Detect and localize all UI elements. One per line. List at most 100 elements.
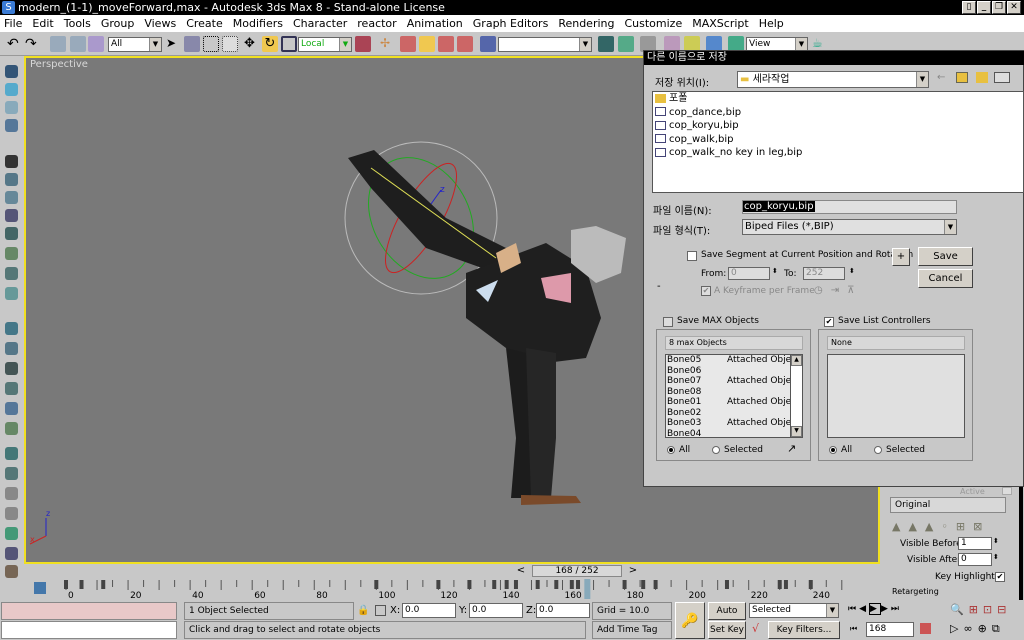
prev-frame-button[interactable]: < (512, 565, 530, 577)
list-controllers-selected-radio[interactable]: Selected (874, 445, 925, 455)
trackbar-key[interactable] (569, 580, 574, 589)
tool-icon[interactable] (5, 342, 18, 355)
restore-viewport-button[interactable]: ▯ (962, 1, 976, 14)
current-frame-field[interactable]: 168 (866, 622, 914, 637)
trackbar-key[interactable] (783, 580, 788, 589)
max-object-row[interactable]: Bone06 (667, 366, 802, 377)
max-objects-scrollbar[interactable]: ▲ ▼ (790, 355, 802, 437)
save-segment-checkbox[interactable] (687, 251, 697, 261)
edit-named-selection-icon[interactable] (480, 36, 496, 52)
character-model[interactable] (348, 150, 626, 505)
max-object-row[interactable]: Bone08 (667, 387, 802, 398)
menu-reactor[interactable]: reactor (357, 17, 396, 30)
tool-icon[interactable] (5, 247, 18, 260)
save-button[interactable]: Save (918, 247, 973, 266)
reactor-icon[interactable] (5, 65, 18, 78)
from-spinner[interactable]: ⬍ (772, 267, 778, 275)
file-list-item[interactable]: cop_dance,bip (653, 106, 1023, 120)
menu-tools[interactable]: Tools (64, 17, 91, 30)
trackbar-key[interactable] (374, 580, 379, 589)
tool-icon[interactable] (5, 322, 18, 335)
tool-icon[interactable] (5, 209, 18, 222)
cancel-button[interactable]: Cancel (918, 269, 973, 288)
key-mode-dropdown[interactable]: Selected ▼ (749, 603, 839, 618)
trackbar-key[interactable] (79, 580, 84, 589)
save-in-dropdown[interactable]: ▬ 세라작업 ▼ (737, 71, 929, 88)
spinner-snap-icon[interactable] (457, 36, 473, 52)
trackbar-key[interactable] (513, 580, 518, 589)
menu-edit[interactable]: Edit (32, 17, 53, 30)
max-objects-list[interactable]: Bone05 Attached Objec Bone06 Bone07 Attached… (665, 354, 803, 439)
tool-icon[interactable] (5, 227, 18, 240)
viewport-nav-fov-pan-orbit-icons[interactable]: ▷∞⊕⧉ (950, 622, 1005, 636)
panel-scrollbar[interactable] (1019, 487, 1023, 600)
pivot-center-icon[interactable] (355, 36, 371, 52)
trackbar-key[interactable] (554, 580, 559, 589)
menu-character[interactable]: Character (293, 17, 347, 30)
max-object-row[interactable]: Bone02 (667, 408, 802, 419)
minimize-button[interactable]: _ (977, 1, 991, 14)
next-frame-icon[interactable]: ▶ (881, 604, 891, 614)
retargeting-rollout[interactable]: Retargeting (892, 587, 939, 596)
back-icon[interactable]: ← (937, 72, 945, 83)
menu-file[interactable]: File (4, 17, 22, 30)
up-folder-icon[interactable] (956, 72, 968, 83)
tool-icon[interactable] (5, 487, 18, 500)
file-list-item[interactable]: 포폴 (653, 92, 1023, 106)
save-list-controllers-checkbox[interactable]: ✔ (824, 317, 834, 327)
key-filters-button[interactable]: Key Filters... (768, 621, 840, 639)
select-link-icon[interactable] (50, 36, 66, 52)
tool-icon[interactable] (5, 155, 18, 168)
maximize-button[interactable]: ❐ (992, 1, 1006, 14)
sphere-icon[interactable] (5, 101, 18, 114)
tool-icon[interactable] (5, 382, 18, 395)
absolute-mode-icon[interactable] (375, 605, 386, 616)
tool-icon[interactable] (5, 422, 18, 435)
plane-icon[interactable] (5, 119, 18, 132)
tool-icon[interactable] (5, 467, 18, 480)
undo-icon[interactable]: ↶ (7, 36, 23, 52)
list-controllers-all-radio[interactable]: All (829, 445, 852, 455)
filename-input[interactable]: cop_koryu,bip (742, 200, 957, 214)
maxscript-input[interactable] (1, 621, 177, 639)
angle-snap-icon[interactable] (419, 36, 435, 52)
trackbar-key[interactable] (808, 580, 813, 589)
save-max-objects-checkbox[interactable] (663, 317, 673, 327)
visible-after-field[interactable]: 0 (958, 553, 992, 566)
from-field[interactable]: 0 (728, 267, 770, 280)
pick-arrow-icon[interactable]: ↗ (787, 442, 796, 455)
x-coordinate-field[interactable]: 0.0 (402, 603, 456, 618)
to-spinner[interactable]: ⬍ (849, 267, 855, 275)
previous-frame-icon[interactable]: ◀ (859, 604, 869, 614)
trackbar-key[interactable] (436, 580, 441, 589)
keyframe-per-frame-checkbox[interactable]: ✔ (701, 286, 711, 296)
y-coordinate-field[interactable]: 0.0 (469, 603, 523, 618)
go-to-start-icon[interactable]: ⏮ (848, 604, 859, 614)
snap-toggle-icon[interactable] (400, 36, 416, 52)
trackbar-key[interactable] (777, 580, 782, 589)
select-object-icon[interactable]: ➤ (166, 36, 182, 52)
play-icon[interactable]: ▶ (869, 603, 881, 615)
tool-icon[interactable] (5, 507, 18, 520)
to-field[interactable]: 252 (803, 267, 845, 280)
default-tangent-icon[interactable]: √ (752, 622, 759, 635)
unlink-icon[interactable] (70, 36, 86, 52)
trackbar-key[interactable] (467, 580, 472, 589)
tool-icon[interactable] (5, 447, 18, 460)
layer-name-field[interactable]: Original (890, 497, 1006, 513)
menu-group[interactable]: Group (101, 17, 135, 30)
percent-snap-icon[interactable] (438, 36, 454, 52)
menu-create[interactable]: Create (186, 17, 223, 30)
key-options-icons[interactable]: ◷⇥⊼ (814, 285, 862, 296)
move-icon[interactable]: ✥ (244, 36, 260, 52)
menu-maxscript[interactable]: MAXScript (692, 17, 748, 30)
z-coordinate-field[interactable]: 0.0 (536, 603, 590, 618)
active-checkbox[interactable] (1002, 487, 1012, 495)
trackbar-key[interactable] (641, 580, 646, 589)
max-object-row[interactable]: Bone07 Attached Objec (667, 376, 802, 387)
rectangular-selection-icon[interactable] (203, 36, 219, 52)
tool-icon[interactable] (5, 362, 18, 375)
trackbar-key[interactable] (576, 580, 581, 589)
cloth-icon[interactable] (5, 83, 18, 96)
trackbar-key[interactable] (724, 580, 729, 589)
